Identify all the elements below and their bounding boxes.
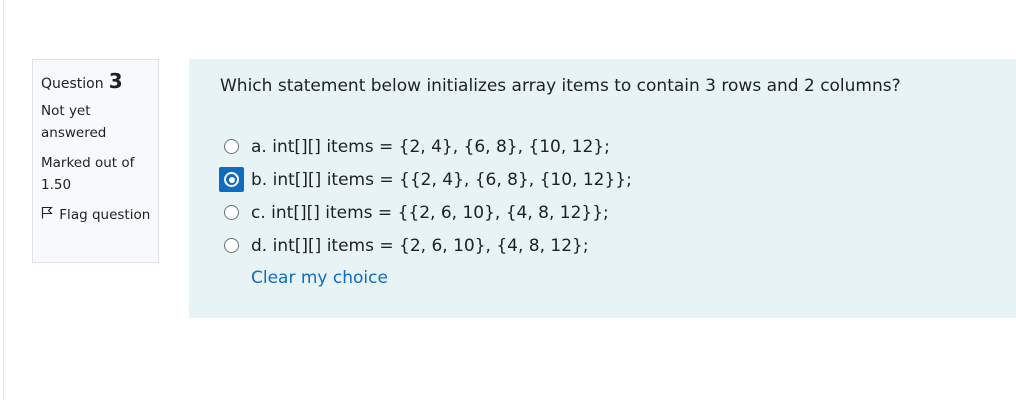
question-content-panel: Which statement below initializes array … bbox=[189, 59, 1016, 318]
flag-question-label: Flag question bbox=[59, 207, 151, 223]
answer-option-a[interactable]: a. int[][] items = {2, 4}, {6, 8}, {10, … bbox=[219, 130, 632, 163]
answer-d-radio[interactable] bbox=[219, 233, 244, 258]
question-info-panel: Question 3 Not yet answered Marked out o… bbox=[32, 59, 159, 263]
question-state: Not yet answered bbox=[41, 103, 107, 141]
radio-icon bbox=[224, 139, 239, 154]
answer-option-b[interactable]: b. int[][] items = {{2, 4}, {6, 8}, {10,… bbox=[219, 163, 632, 196]
question-text: Which statement below initializes array … bbox=[220, 76, 901, 96]
question-grade: Marked out of 1.50 bbox=[41, 155, 135, 193]
flag-icon bbox=[41, 204, 55, 226]
radio-icon bbox=[224, 205, 239, 220]
radio-selected-icon bbox=[224, 172, 239, 187]
question-label: Question bbox=[41, 76, 104, 92]
flag-question-button[interactable]: Flag question bbox=[41, 204, 158, 226]
answer-option-d[interactable]: d. int[][] items = {2, 6, 10}, {4, 8, 12… bbox=[219, 229, 632, 262]
answer-c-label: c. int[][] items = {{2, 6, 10}, {4, 8, 1… bbox=[251, 202, 609, 223]
question-number-heading: Question 3 bbox=[41, 69, 158, 93]
answer-a-radio[interactable] bbox=[219, 134, 244, 159]
answer-c-radio[interactable] bbox=[219, 200, 244, 225]
answer-a-label: a. int[][] items = {2, 4}, {6, 8}, {10, … bbox=[251, 136, 610, 157]
clear-choice-link[interactable]: Clear my choice bbox=[251, 268, 388, 288]
answer-options: a. int[][] items = {2, 4}, {6, 8}, {10, … bbox=[219, 130, 632, 262]
answer-d-label: d. int[][] items = {2, 6, 10}, {4, 8, 12… bbox=[251, 235, 589, 256]
answer-b-radio[interactable] bbox=[219, 167, 244, 192]
answer-b-label: b. int[][] items = {{2, 4}, {6, 8}, {10,… bbox=[251, 169, 632, 190]
question-number: 3 bbox=[108, 69, 123, 93]
answer-option-c[interactable]: c. int[][] items = {{2, 6, 10}, {4, 8, 1… bbox=[219, 196, 632, 229]
radio-icon bbox=[224, 238, 239, 253]
page-edge-divider bbox=[3, 0, 4, 400]
